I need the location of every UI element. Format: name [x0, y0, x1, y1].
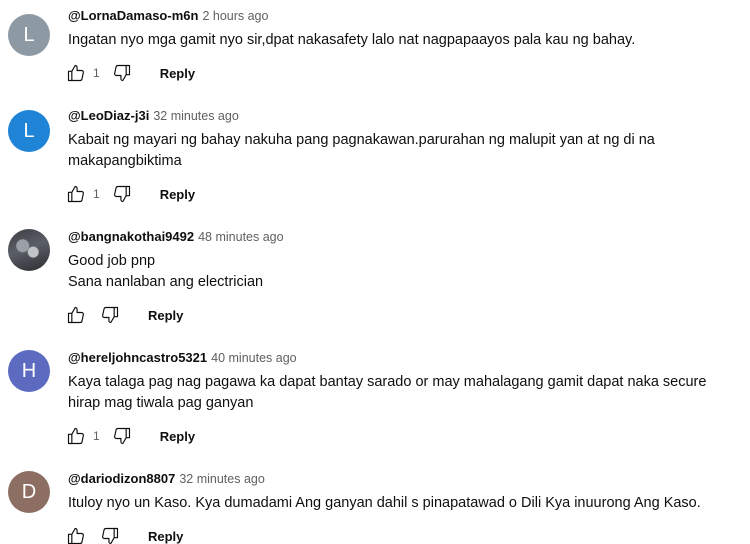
like-count: 1 [93, 66, 100, 80]
comment-text: Kabait ng mayari ng bahay nakuha pang pa… [68, 130, 718, 172]
like-icon[interactable] [64, 424, 88, 448]
comments-list: L @LornaDamaso-m6n 2 hours ago Ingatan ny… [0, 0, 750, 544]
comment-text: Kaya talaga pag nag pagawa ka dapat bant… [68, 372, 718, 414]
like-icon[interactable] [64, 61, 88, 85]
comment-text-line: hirap mag tiwala pag ganyan [68, 395, 254, 411]
dislike-icon[interactable] [98, 303, 122, 327]
comment-text: Ituloy nyo un Kaso. Kya dumadami Ang gan… [68, 493, 718, 514]
like-icon[interactable] [64, 524, 88, 544]
avatar[interactable]: L [8, 110, 50, 152]
avatar-letter: D [21, 480, 37, 503]
comment-text-line: Ituloy nyo un Kaso. Kya dumadami Ang gan… [68, 495, 701, 511]
author-name[interactable]: @bangnakothai9492 [68, 229, 194, 244]
author-name[interactable]: @LeoDiaz-j3i [68, 108, 149, 123]
comment-time[interactable]: 2 hours ago [202, 9, 268, 23]
comment-item: L @LeoDiaz-j3i 32 minutes ago Kabait ng m… [0, 108, 750, 208]
comment-actions: 1 Reply [64, 424, 195, 448]
reply-button[interactable]: Reply [160, 66, 195, 81]
dislike-icon[interactable] [110, 424, 134, 448]
comment-text-line: Ingatan nyo mga gamit nyo sir,dpat nakas… [68, 32, 636, 48]
comment-item: H @hereljohncastro5321 40 minutes ago Kay… [0, 350, 750, 450]
comment-text-line: Good job pnp [68, 253, 156, 269]
comment-header: @dariodizon8807 32 minutes ago [68, 471, 265, 486]
comment-time[interactable]: 32 minutes ago [179, 472, 264, 486]
comment-time[interactable]: 48 minutes ago [198, 230, 283, 244]
reply-button[interactable]: Reply [160, 429, 195, 444]
like-count: 1 [93, 187, 100, 201]
like-count: 1 [93, 429, 100, 443]
comment-item: L @LornaDamaso-m6n 2 hours ago Ingatan ny… [0, 8, 750, 98]
author-name[interactable]: @hereljohncastro5321 [68, 350, 207, 365]
like-icon[interactable] [64, 303, 88, 327]
avatar[interactable]: D [8, 471, 50, 513]
comment-text-line: makapangbiktima [68, 153, 182, 169]
comment-actions: Reply [64, 524, 183, 544]
comment-actions: Reply [64, 303, 183, 327]
comment-text: Good job pnp Sana nanlaban ang electrici… [68, 251, 718, 293]
comment-item: @bangnakothai9492 48 minutes ago Good job… [0, 229, 750, 329]
comment-header: @hereljohncastro5321 40 minutes ago [68, 350, 297, 365]
comment-time[interactable]: 40 minutes ago [211, 351, 296, 365]
comment-header: @LeoDiaz-j3i 32 minutes ago [68, 108, 239, 123]
comment-header: @LornaDamaso-m6n 2 hours ago [68, 8, 268, 23]
avatar[interactable]: L [8, 14, 50, 56]
avatar-letter: L [23, 119, 35, 142]
reply-button[interactable]: Reply [160, 187, 195, 202]
author-name[interactable]: @LornaDamaso-m6n [68, 8, 198, 23]
like-icon[interactable] [64, 182, 88, 206]
comment-text: Ingatan nyo mga gamit nyo sir,dpat nakas… [68, 30, 718, 51]
author-name[interactable]: @dariodizon8807 [68, 471, 175, 486]
comment-time[interactable]: 32 minutes ago [153, 109, 238, 123]
reply-button[interactable]: Reply [148, 529, 183, 544]
comment-header: @bangnakothai9492 48 minutes ago [68, 229, 284, 244]
dislike-icon[interactable] [98, 524, 122, 544]
avatar[interactable]: H [8, 350, 50, 392]
comment-text-line: Kaya talaga pag nag pagawa ka dapat bant… [68, 374, 707, 390]
avatar[interactable] [8, 229, 50, 271]
dislike-icon[interactable] [110, 182, 134, 206]
comment-actions: 1 Reply [64, 61, 195, 85]
avatar-letter: L [23, 23, 35, 46]
comment-text-line: Kabait ng mayari ng bahay nakuha pang pa… [68, 132, 655, 148]
avatar-letter: H [21, 359, 37, 382]
reply-button[interactable]: Reply [148, 308, 183, 323]
comment-item: D @dariodizon8807 32 minutes ago Ituloy n… [0, 471, 750, 544]
dislike-icon[interactable] [110, 61, 134, 85]
comment-actions: 1 Reply [64, 182, 195, 206]
comment-text-line: Sana nanlaban ang electrician [68, 274, 264, 290]
